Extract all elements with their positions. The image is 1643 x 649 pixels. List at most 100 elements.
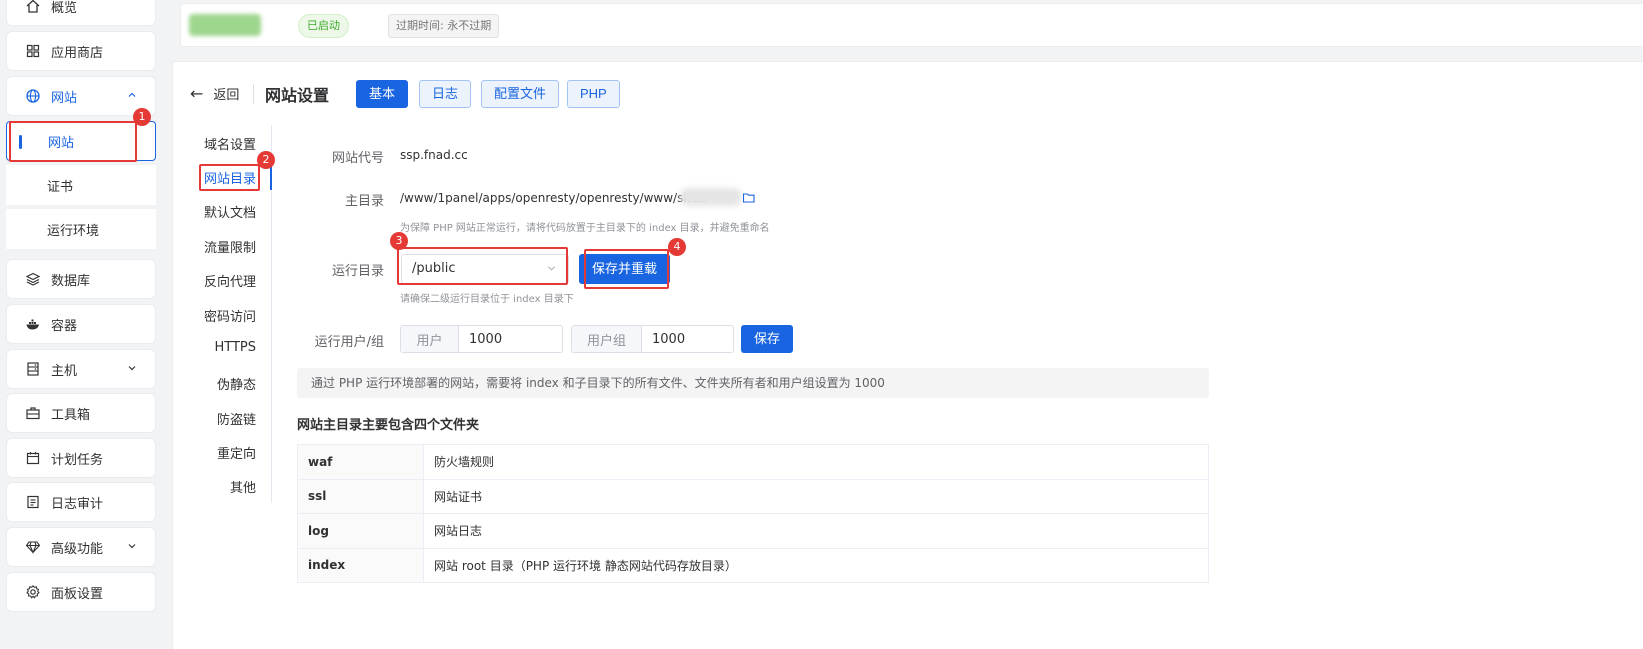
sidebar-subitem-certificate[interactable]: 证书 (6, 165, 156, 205)
folder-name: index (297, 548, 424, 583)
sidebar-item-host[interactable]: 主机 (6, 349, 156, 389)
sidebar-item-label: 工具箱 (51, 407, 91, 423)
folder-open-icon[interactable] (743, 193, 755, 203)
sidebar-item-toolbox[interactable]: 工具箱 (6, 393, 156, 433)
user-input-group[interactable]: 用户 1000 (400, 325, 563, 353)
folder-desc: 网站证书 (423, 479, 1209, 514)
run-dir-value: /public (412, 261, 456, 276)
folder-desc: 防火墙规则 (423, 444, 1209, 480)
menu-reverse-proxy[interactable]: 反向代理 (204, 271, 256, 290)
log-icon (25, 494, 41, 510)
sidebar-item-label: 网站 (48, 135, 75, 151)
website-settings-panel: ← 返回 网站设置 基本 日志 配置文件 PHP 域名设置 网站目录 默认文档 … (172, 61, 1643, 649)
menu-https[interactable]: HTTPS (214, 340, 256, 355)
sidebar-item-app-store[interactable]: 应用商店 (6, 31, 156, 71)
menu-website-directory[interactable]: 网站目录 (204, 168, 256, 187)
menu-redirect[interactable]: 重定向 (217, 443, 256, 462)
menu-anti-leech[interactable]: 防盗链 (217, 409, 256, 428)
calendar-icon (25, 450, 41, 466)
folder-desc: 网站日志 (423, 513, 1209, 549)
expire-badge: 过期时间: 永不过期 (388, 14, 500, 38)
menu-password-access[interactable]: 密码访问 (204, 306, 256, 325)
menu-other[interactable]: 其他 (230, 477, 256, 496)
run-dir-select[interactable]: /public (401, 254, 569, 284)
folder-name: waf (297, 444, 424, 480)
table-row: index 网站 root 目录（PHP 运行环境 静态网站代码存放目录） (297, 548, 1209, 583)
home-icon (25, 0, 41, 14)
table-row: log 网站日志 (297, 513, 1209, 549)
run-user-label: 运行用户/组 (314, 335, 384, 350)
run-dir-hint: 请确保二级运行目录位于 index 目录下 (400, 294, 574, 305)
menu-default-document[interactable]: 默认文档 (204, 202, 256, 221)
tab-php[interactable]: PHP (567, 80, 620, 108)
sidebar-item-label: 证书 (47, 179, 74, 195)
group-input-group[interactable]: 用户组 1000 (571, 325, 734, 353)
sidebar-item-overview[interactable]: 概览 (6, 0, 156, 26)
server-icon (25, 361, 41, 377)
user-prefix: 用户 (401, 326, 459, 352)
diamond-icon (25, 539, 41, 555)
root-dir-hint: 为保障 PHP 网站正常运行，请将代码放置于主目录下的 index 目录，并避免… (400, 223, 770, 234)
sidebar-item-database[interactable]: 数据库 (6, 259, 156, 299)
page-title: 网站设置 (265, 86, 330, 105)
user-input[interactable]: 1000 (459, 326, 562, 352)
root-dir-label: 主目录 (344, 194, 384, 209)
docker-icon (25, 316, 41, 332)
sidebar-subitem-website[interactable]: 网站 (6, 121, 156, 161)
sidebar-item-label: 网站 (51, 90, 78, 106)
sidebar-item-label: 日志审计 (51, 496, 104, 512)
menu-domain-settings[interactable]: 域名设置 (204, 134, 256, 153)
sidebar-item-advanced[interactable]: 高级功能 (6, 527, 156, 567)
sidebar-item-website[interactable]: 网站 (6, 76, 156, 116)
sidebar-item-label: 面板设置 (51, 586, 104, 602)
status-badge: 已启动 (298, 14, 349, 38)
table-row: waf 防火墙规则 (297, 444, 1209, 480)
active-indicator (19, 135, 22, 149)
gear-icon (25, 584, 41, 600)
sidebar-item-container[interactable]: 容器 (6, 304, 156, 344)
tab-log[interactable]: 日志 (419, 80, 472, 108)
menu-rewrite[interactable]: 伪静态 (217, 374, 256, 393)
annotation-badge-2: 2 (257, 151, 275, 169)
folders-title: 网站主目录主要包含四个文件夹 (297, 418, 480, 433)
toolbox-icon (25, 405, 41, 421)
sidebar-item-label: 应用商店 (51, 45, 104, 61)
sidebar-subitem-runtime[interactable]: 运行环境 (6, 209, 156, 249)
grid-icon (25, 43, 41, 59)
sidebar-item-label: 计划任务 (51, 452, 104, 468)
tab-config-file[interactable]: 配置文件 (481, 80, 560, 108)
folders-table: waf 防火墙规则 ssl 网站证书 log 网站日志 index 网站 root 目录… (297, 444, 1209, 583)
annotation-badge-1: 1 (133, 108, 151, 126)
group-prefix: 用户组 (572, 326, 642, 352)
globe-icon (25, 88, 41, 104)
save-button[interactable]: 保存 (741, 325, 794, 353)
folder-desc: 网站 root 目录（PHP 运行环境 静态网站代码存放目录） (423, 548, 1209, 583)
run-dir-label: 运行目录 (331, 264, 384, 279)
alias-value: ssp.fnad.cc (400, 148, 468, 162)
sidebar-item-panel-settings[interactable]: 面板设置 (6, 572, 156, 612)
website-name-redacted (189, 14, 261, 36)
chevron-down-icon (128, 366, 136, 371)
sidebar-item-label: 概览 (51, 0, 78, 16)
ownership-note: 通过 PHP 运行环境部署的网站，需要将 index 和子目录下的所有文件、文件… (297, 368, 1209, 398)
sidebar-item-log-audit[interactable]: 日志审计 (6, 482, 156, 522)
group-input[interactable]: 1000 (642, 326, 733, 352)
save-and-reload-button[interactable]: 保存并重载 (579, 254, 671, 284)
sidebar-item-label: 运行环境 (47, 223, 100, 239)
root-dir-redacted (680, 188, 742, 206)
sidebar-item-label: 主机 (51, 363, 78, 379)
annotation-badge-4: 4 (668, 238, 686, 256)
sidebar-item-label: 数据库 (51, 273, 91, 289)
sidebar-item-label: 容器 (51, 318, 78, 334)
sidebar-item-label: 高级功能 (51, 541, 104, 557)
sidebar: 概览 应用商店 网站 网站 证书 运行环境 数据库 容器 主机 工具箱 计划任务 (0, 0, 160, 649)
sidebar-item-cron[interactable]: 计划任务 (6, 438, 156, 478)
tab-basic[interactable]: 基本 (356, 80, 409, 108)
menu-traffic-limit[interactable]: 流量限制 (204, 237, 256, 256)
root-dir-value: /www/1panel/apps/openresty/openresty/www… (400, 191, 710, 205)
table-row: ssl 网站证书 (297, 479, 1209, 514)
website-summary-card: 已启动 过期时间: 永不过期 (180, 3, 1643, 47)
chevron-up-icon (128, 92, 136, 97)
folder-name: log (297, 513, 424, 549)
alias-label: 网站代号 (331, 151, 384, 166)
